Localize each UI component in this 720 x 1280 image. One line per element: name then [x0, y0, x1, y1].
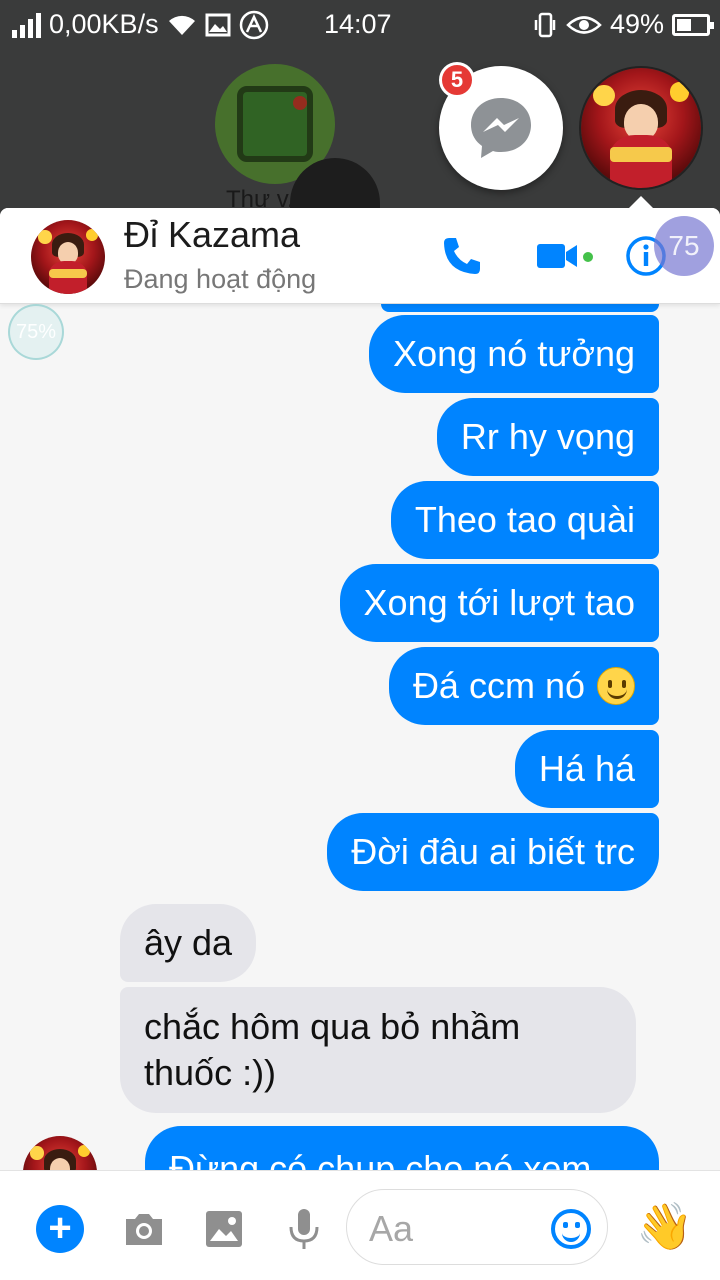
- clock: 14:07: [324, 9, 392, 39]
- app-icon: [239, 10, 268, 39]
- message-outgoing[interactable]: Rr hy vọng: [436, 398, 659, 476]
- status-bar: 0,00KB/s 14:07 49%: [0, 0, 720, 52]
- battery-fill: [677, 18, 691, 31]
- microphone-icon[interactable]: [280, 1205, 328, 1253]
- battery-icon: [672, 13, 714, 36]
- plus-icon[interactable]: +: [36, 1205, 84, 1253]
- message-list[interactable]: Xong nó tưởng Rr hy vọng Theo tao quài X…: [0, 282, 720, 1212]
- wifi-icon: [168, 15, 195, 35]
- contact-avatar[interactable]: [31, 220, 105, 294]
- message-outgoing[interactable]: Đá ccm nó: [388, 647, 659, 725]
- camera-icon[interactable]: [120, 1205, 168, 1253]
- chat-panel: Đỉ Kazama Đang hoạt động 75 75% Xong nó …: [0, 208, 720, 1280]
- composer-bar: + Aa 👋: [0, 1170, 720, 1280]
- video-online-dot: [583, 252, 593, 262]
- chat-header: Đỉ Kazama Đang hoạt động 75: [0, 208, 720, 304]
- floating-overlay-circle[interactable]: 75%: [8, 304, 64, 360]
- contact-name[interactable]: Đỉ Kazama: [124, 214, 300, 256]
- data-rate: 0,00KB/s: [49, 9, 159, 39]
- message-incoming[interactable]: chắc hôm qua bỏ nhầm thuốc :)): [120, 987, 636, 1113]
- message-outgoing[interactable]: Đời đâu ai biết trc: [327, 813, 659, 891]
- message-outgoing[interactable]: Há há: [514, 730, 659, 808]
- eye-icon: [566, 15, 602, 34]
- contact-chat-head[interactable]: [579, 66, 703, 190]
- video-icon: [537, 244, 577, 268]
- contact-status: Đang hoạt động: [124, 264, 317, 294]
- floating-overlay-badge[interactable]: 75: [654, 216, 714, 276]
- message-outgoing[interactable]: Theo tao quài: [390, 481, 659, 559]
- battery-percent: 49%: [609, 9, 664, 39]
- messenger-icon: [471, 98, 531, 158]
- vibrate-icon: [534, 12, 556, 37]
- message-input-placeholder: Aa: [369, 1208, 414, 1249]
- message-outgoing[interactable]: Xong tới lượt tao: [339, 564, 659, 642]
- gallery-icon[interactable]: [200, 1205, 248, 1253]
- unread-badge: 5: [439, 62, 475, 98]
- video-call-button[interactable]: [534, 232, 582, 280]
- signal-icon: [12, 12, 41, 38]
- smile-emoji: [597, 667, 635, 705]
- call-button[interactable]: [438, 232, 486, 280]
- wave-icon[interactable]: 👋: [636, 1199, 693, 1254]
- phone-icon: [444, 238, 480, 274]
- image-icon: [205, 13, 231, 36]
- message-incoming[interactable]: ây da: [120, 904, 257, 982]
- emoji-icon[interactable]: [551, 1209, 591, 1249]
- message-outgoing[interactable]: Xong nó tưởng: [369, 315, 659, 393]
